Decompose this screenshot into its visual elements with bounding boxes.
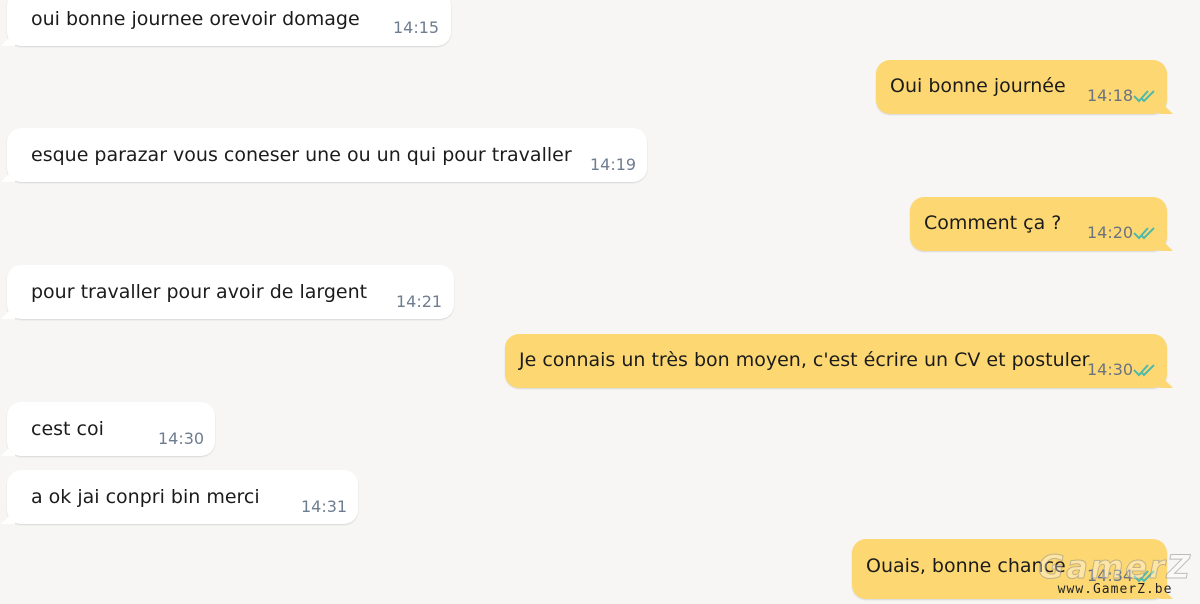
message-text: Je connais un très bon moyen, c'est écri…: [519, 349, 1090, 371]
watermark-logo: GamerZ www.GamerZ.be: [1038, 548, 1192, 597]
message-text: cest coi: [31, 418, 104, 440]
message-time: 14:30: [158, 429, 205, 448]
message-outgoing[interactable]: Je connais un très bon moyen, c'est écri…: [505, 334, 1167, 388]
message-time: 14:31: [301, 497, 348, 516]
message-time: 14:20: [1087, 223, 1134, 242]
message-incoming[interactable]: cest coi 14:30: [7, 402, 215, 456]
message-outgoing[interactable]: Oui bonne journée 14:18: [876, 60, 1167, 114]
message-text: pour travaller pour avoir de largent: [31, 281, 368, 303]
watermark-brand: GamerZ: [1038, 548, 1192, 586]
message-time: 14:15: [393, 18, 440, 37]
message-incoming[interactable]: pour travaller pour avoir de largent 14:…: [7, 265, 454, 319]
message-text: esque parazar vous coneser une ou un qui…: [31, 144, 572, 166]
message-text: Oui bonne journée: [890, 75, 1066, 97]
message-time: 14:19: [590, 155, 637, 174]
message-time: 14:21: [396, 292, 443, 311]
double-check-icon: [1133, 364, 1155, 377]
message-outgoing[interactable]: Comment ça ? 14:20: [910, 197, 1167, 251]
message-incoming[interactable]: oui bonne journee orevoir domage 14:15: [7, 0, 451, 46]
message-time: 14:30: [1087, 360, 1134, 379]
double-check-icon: [1133, 90, 1155, 103]
message-incoming[interactable]: a ok jai conpri bin merci 14:31: [7, 470, 358, 524]
message-text: oui bonne journee orevoir domage: [31, 8, 360, 30]
message-time: 14:18: [1087, 86, 1134, 105]
message-incoming[interactable]: esque parazar vous coneser une ou un qui…: [7, 128, 647, 182]
double-check-icon: [1133, 227, 1155, 240]
message-text: Comment ça ?: [924, 212, 1062, 234]
watermark-site: www.GamerZ.be: [1057, 582, 1173, 597]
message-text: Ouais, bonne chance: [866, 555, 1066, 577]
message-text: a ok jai conpri bin merci: [31, 486, 260, 508]
